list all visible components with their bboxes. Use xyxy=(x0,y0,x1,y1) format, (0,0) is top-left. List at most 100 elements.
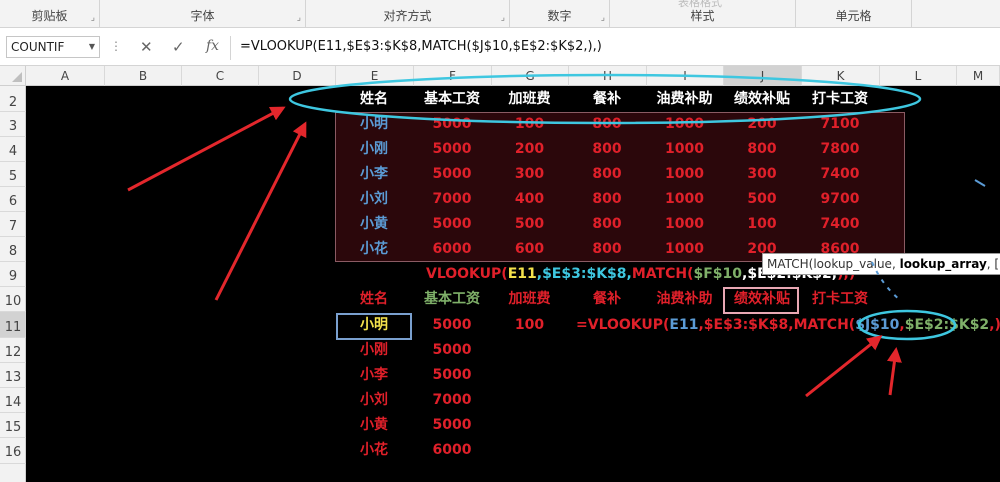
table-cell[interactable]: 600 xyxy=(491,237,568,262)
table-cell[interactable]: 500 xyxy=(491,212,568,237)
lower-header-cell[interactable]: 打卡工资 xyxy=(801,287,879,312)
lower-name-cell[interactable]: 小花 xyxy=(335,438,413,463)
more-icon[interactable]: ⋮ xyxy=(110,39,122,53)
dialog-launcher-icon[interactable]: ⌟ xyxy=(297,13,301,23)
column-header-d[interactable]: D xyxy=(259,66,336,86)
row-header[interactable]: 5 xyxy=(0,162,26,187)
enter-icon[interactable]: ✓ xyxy=(172,38,185,56)
table-cell[interactable]: 500 xyxy=(723,187,801,212)
table-cell[interactable]: 800 xyxy=(568,137,646,162)
table-header-cell[interactable]: 餐补 xyxy=(568,87,646,112)
table-cell[interactable]: 9700 xyxy=(801,187,879,212)
lower-cell[interactable]: 6000 xyxy=(413,438,491,463)
table-cell[interactable]: 800 xyxy=(723,137,801,162)
lower-cell[interactable]: 5000 xyxy=(413,413,491,438)
select-all-corner[interactable] xyxy=(0,66,26,86)
table-cell[interactable]: 1000 xyxy=(646,212,723,237)
formula-input[interactable]: =VLOOKUP(E11,$E$3:$K$8,MATCH($J$10,$E$2:… xyxy=(240,39,602,54)
table-cell[interactable]: 6000 xyxy=(413,237,491,262)
table-cell[interactable]: 5000 xyxy=(413,112,491,137)
ribbon-group-alignment[interactable]: 对齐方式 ⌟ xyxy=(306,0,510,28)
table-cell-name[interactable]: 小黄 xyxy=(335,212,413,237)
row-header[interactable]: 8 xyxy=(0,237,26,262)
ribbon-group-cells[interactable]: 单元格 xyxy=(796,0,912,28)
column-header-e[interactable]: E xyxy=(336,66,414,86)
table-cell[interactable]: 1000 xyxy=(646,112,723,137)
table-cell[interactable]: 1000 xyxy=(646,162,723,187)
table-cell-name[interactable]: 小李 xyxy=(335,162,413,187)
column-header-j[interactable]: J xyxy=(724,66,802,86)
column-header-g[interactable]: G xyxy=(492,66,569,86)
lower-header-cell[interactable]: 姓名 xyxy=(335,287,413,312)
dialog-launcher-icon[interactable]: ⌟ xyxy=(501,13,505,23)
table-header-cell[interactable]: 加班费 xyxy=(491,87,568,112)
column-header-h[interactable]: H xyxy=(569,66,647,86)
lower-name-cell[interactable]: 小黄 xyxy=(335,413,413,438)
table-cell[interactable]: 5000 xyxy=(413,137,491,162)
column-header-b[interactable]: B xyxy=(105,66,182,86)
table-cell[interactable]: 1000 xyxy=(646,187,723,212)
table-header-cell[interactable]: 基本工资 xyxy=(413,87,491,112)
column-header-l[interactable]: L xyxy=(880,66,957,86)
table-cell[interactable]: 800 xyxy=(568,112,646,137)
lower-cell[interactable]: 5000 xyxy=(413,338,491,363)
column-header-a[interactable]: A xyxy=(26,66,105,86)
row-header[interactable]: 14 xyxy=(0,388,26,413)
table-cell-name[interactable]: 小刘 xyxy=(335,187,413,212)
cancel-icon[interactable]: ✕ xyxy=(140,38,153,56)
column-header-f[interactable]: F xyxy=(414,66,492,86)
table-cell[interactable]: 1000 xyxy=(646,237,723,262)
ribbon-group-font[interactable]: 字体 ⌟ xyxy=(100,0,306,28)
row11-formula-edit[interactable]: =VLOOKUP(E11,$E$3:$K$8,MATCH($J$10,$E$2:… xyxy=(576,313,1000,338)
table-cell-name[interactable]: 小明 xyxy=(335,112,413,137)
column-header-k[interactable]: K xyxy=(802,66,880,86)
table-cell[interactable]: 300 xyxy=(491,162,568,187)
table-cell[interactable]: 800 xyxy=(568,187,646,212)
lower-header-cell[interactable]: 餐补 xyxy=(568,287,646,312)
column-header-c[interactable]: C xyxy=(182,66,259,86)
table-header-cell[interactable]: 绩效补贴 xyxy=(723,87,801,112)
lower-cell[interactable]: 100 xyxy=(491,313,568,338)
lower-cell[interactable]: 7000 xyxy=(413,388,491,413)
row-header[interactable]: 10 xyxy=(0,287,26,312)
row-header[interactable]: 13 xyxy=(0,363,26,388)
row-header[interactable]: 12 xyxy=(0,338,26,363)
table-cell[interactable]: 800 xyxy=(568,237,646,262)
lower-name-cell[interactable]: 小明 xyxy=(335,313,413,338)
lower-header-cell[interactable]: 加班费 xyxy=(491,287,568,312)
table-cell-name[interactable]: 小刚 xyxy=(335,137,413,162)
function-tooltip[interactable]: MATCH(lookup_value, lookup_array, [matc xyxy=(762,253,1000,275)
table-cell-name[interactable]: 小花 xyxy=(335,237,413,262)
table-cell[interactable]: 300 xyxy=(723,162,801,187)
row-header[interactable]: 2 xyxy=(0,86,26,112)
table-cell[interactable]: 7400 xyxy=(801,162,879,187)
table-cell[interactable]: 5000 xyxy=(413,162,491,187)
chevron-down-icon[interactable]: ▼ xyxy=(89,37,95,57)
row-header[interactable]: 4 xyxy=(0,137,26,162)
lower-cell[interactable]: 5000 xyxy=(413,313,491,338)
table-cell[interactable]: 100 xyxy=(723,212,801,237)
table-cell[interactable]: 200 xyxy=(723,112,801,137)
lower-name-cell[interactable]: 小刚 xyxy=(335,338,413,363)
lower-cell[interactable]: 5000 xyxy=(413,363,491,388)
row-header[interactable]: 9 xyxy=(0,262,26,287)
dialog-launcher-icon[interactable]: ⌟ xyxy=(91,13,95,23)
table-header-cell[interactable]: 打卡工资 xyxy=(801,87,879,112)
table-cell[interactable]: 7000 xyxy=(413,187,491,212)
row-header[interactable]: 6 xyxy=(0,187,26,212)
worksheet-grid[interactable]: 姓名 基本工资 加班费 餐补 油费补助 绩效补贴 打卡工资 小明 5000 10… xyxy=(26,86,1000,482)
table-cell[interactable]: 100 xyxy=(491,112,568,137)
lower-header-cell[interactable]: 油费补助 xyxy=(646,287,723,312)
ribbon-group-clipboard[interactable]: 剪贴板 ⌟ xyxy=(0,0,100,28)
table-header-cell[interactable]: 姓名 xyxy=(335,87,413,112)
dialog-launcher-icon[interactable]: ⌟ xyxy=(601,13,605,23)
row-header[interactable]: 3 xyxy=(0,112,26,137)
table-cell[interactable]: 5000 xyxy=(413,212,491,237)
ribbon-group-number[interactable]: 数字 ⌟ xyxy=(510,0,610,28)
table-cell[interactable]: 400 xyxy=(491,187,568,212)
row-header[interactable]: 7 xyxy=(0,212,26,237)
table-cell[interactable]: 7400 xyxy=(801,212,879,237)
table-cell[interactable]: 7800 xyxy=(801,137,879,162)
row-header[interactable]: 15 xyxy=(0,413,26,438)
column-header-i[interactable]: I xyxy=(647,66,724,86)
